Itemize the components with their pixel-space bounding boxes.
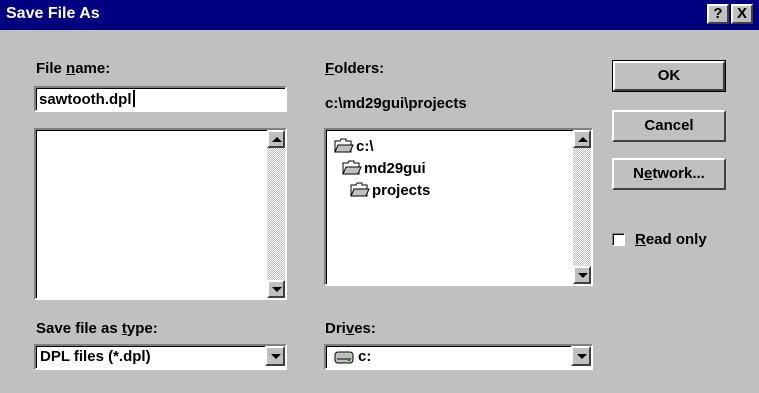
read-only-label[interactable]: Read only (635, 231, 707, 248)
current-folder-path: c:\md29gui\projects (325, 95, 467, 112)
folder-tree[interactable]: c:\ md29gui projects (324, 128, 593, 286)
cancel-button[interactable]: Cancel (612, 110, 726, 142)
title-bar[interactable]: Save File As ? X (0, 0, 759, 30)
save-type-label: Save file as type: (36, 320, 158, 337)
down-arrow-icon (578, 273, 588, 278)
file-name-input[interactable]: sawtooth.dpl (34, 86, 287, 112)
read-only-checkbox[interactable] (612, 233, 625, 246)
up-arrow-icon (272, 137, 282, 142)
chevron-down-icon (271, 354, 281, 359)
open-folder-icon (342, 160, 362, 175)
up-arrow-icon (578, 137, 588, 142)
scroll-down-button[interactable] (267, 280, 285, 298)
scroll-down-button[interactable] (573, 266, 591, 284)
scroll-up-button[interactable] (573, 130, 591, 148)
help-button[interactable]: ? (707, 4, 729, 24)
drive-icon (334, 351, 354, 364)
drives-label: Drives: (325, 320, 376, 337)
folders-label: Folders: (325, 60, 385, 77)
drives-dropdown-button[interactable] (571, 346, 591, 366)
save-type-select[interactable]: DPL files (*.dpl) (34, 344, 287, 370)
save-type-dropdown-button[interactable] (265, 346, 285, 366)
save-type-value: DPL files (*.dpl) (40, 348, 151, 365)
window-title: Save File As (6, 5, 100, 22)
scroll-up-button[interactable] (267, 130, 285, 148)
drives-value: c: (358, 348, 372, 365)
network-button[interactable]: Network... (612, 158, 726, 190)
file-name-label: File name: (36, 60, 111, 77)
text-caret (132, 90, 135, 107)
file-list-scrollbar[interactable] (267, 130, 285, 298)
chevron-down-icon (577, 354, 587, 359)
file-name-value[interactable]: sawtooth.dpl (39, 90, 135, 108)
folder-tree-scrollbar[interactable] (573, 130, 591, 284)
close-button[interactable]: X (731, 4, 753, 24)
open-folder-icon (334, 138, 354, 153)
open-folder-icon (350, 182, 370, 197)
drives-select[interactable]: c: (324, 344, 593, 370)
file-list[interactable] (34, 128, 287, 300)
ok-button[interactable]: OK (612, 60, 726, 92)
down-arrow-icon (272, 287, 282, 292)
